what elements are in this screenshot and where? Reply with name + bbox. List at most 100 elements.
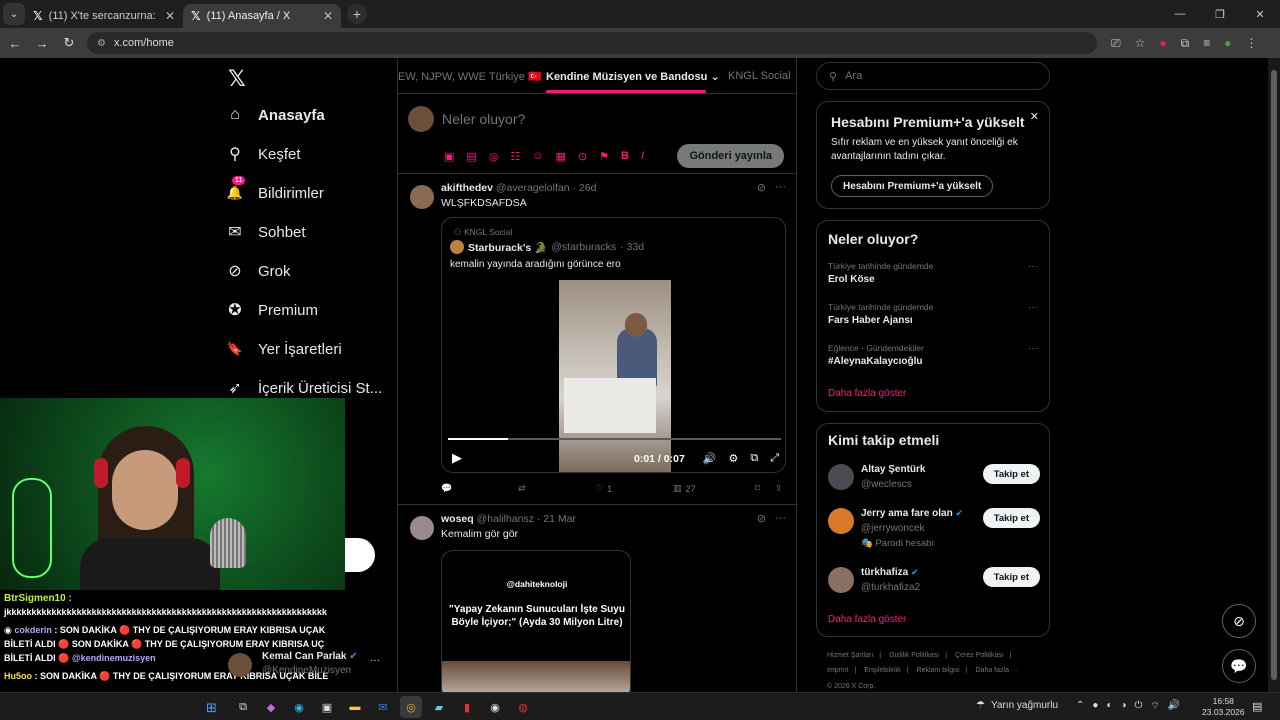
share-button[interactable]: ⇪ <box>775 483 783 494</box>
avatar[interactable] <box>450 240 464 254</box>
author-handle[interactable]: @starburacks <box>551 241 616 253</box>
close-icon[interactable]: ✕ <box>165 9 175 23</box>
author-handle[interactable]: @averagelolfan <box>496 182 570 194</box>
search-input[interactable]: ⚲ Ara <box>816 62 1050 90</box>
bookmark-star-icon[interactable]: ☆ <box>1135 36 1146 51</box>
copilot-icon[interactable]: ◆ <box>260 696 282 718</box>
suggestion-name[interactable]: Altay Şentürk <box>861 464 925 475</box>
more-icon[interactable]: ··· <box>775 512 786 524</box>
suggestion-name[interactable]: türkhafiza ✔ <box>861 567 919 578</box>
messages-fab-icon[interactable]: 💬 <box>1222 649 1256 683</box>
forward-icon[interactable]: → <box>30 36 54 51</box>
gif-icon[interactable]: ▤ <box>466 150 476 163</box>
bold-icon[interactable]: B <box>621 150 629 163</box>
bookmark-button[interactable]: ⌑ <box>755 483 775 494</box>
close-window-icon[interactable]: ✕ <box>1240 0 1280 28</box>
tab-kngl-social[interactable]: KNGL Social <box>728 70 791 82</box>
post[interactable]: akifthedev @averagelolfan · 26d ⊘ ··· WL… <box>398 175 798 505</box>
browser-tab-2[interactable]: 𝕏 (11) Anasayfa / X ✕ <box>183 4 341 28</box>
volume-icon[interactable]: 🔊 <box>1168 700 1180 713</box>
more-icon[interactable]: ··· <box>775 181 786 193</box>
post[interactable]: woseq @halilhansz · 21 Mar ⊘ ··· Kemalim… <box>398 506 798 692</box>
kebab-menu-icon[interactable]: ⋮ <box>1245 36 1257 51</box>
more-icon[interactable]: ··· <box>370 655 380 666</box>
suggestion-name[interactable]: Jerry ama fare olan ✔ <box>861 508 963 519</box>
voicemeeter-icon[interactable]: ▮ <box>456 696 478 718</box>
task-view-icon[interactable]: ⧉ <box>232 696 254 718</box>
follow-button[interactable]: Takip et <box>982 508 1040 528</box>
start-icon[interactable]: ⊞ <box>206 700 217 716</box>
play-icon[interactable]: ▶ <box>452 450 462 466</box>
image-icon[interactable]: ▣ <box>444 150 454 163</box>
show-more-link[interactable]: Daha fazla göster <box>828 614 906 625</box>
reload-icon[interactable]: ↻ <box>57 35 81 51</box>
explorer-icon[interactable]: ▬ <box>344 696 366 718</box>
avatar[interactable] <box>408 106 434 132</box>
flag-icon[interactable]: ⚑ <box>599 150 609 163</box>
author-name[interactable]: woseq <box>441 513 474 525</box>
schedule-icon[interactable]: ▦ <box>556 150 566 163</box>
tab-kendine-muzisyen[interactable]: Kendine Müzisyen ve Bandosu ⌄ <box>546 70 720 83</box>
chrome-icon[interactable]: ◎ <box>400 696 422 718</box>
tab-wrestling[interactable]: EW, NJPW, WWE Türkiye 🇹🇷 <box>398 70 542 83</box>
quoted-post[interactable]: ⚇ KNGL Social Starburack's 🐊 @starburack… <box>441 217 786 473</box>
tray-app-icon[interactable]: ◑ <box>1120 700 1126 713</box>
nav-notifications[interactable]: 🔔 11 Bildirimler <box>226 176 324 202</box>
avatar[interactable] <box>828 508 854 534</box>
tray-app-icon[interactable]: ⏻ <box>1135 700 1143 713</box>
volume-icon[interactable]: 🔊 <box>703 452 717 465</box>
nav-premium[interactable]: ✪ Premium <box>226 301 318 320</box>
video-progress-bar[interactable] <box>448 438 781 440</box>
obs-icon[interactable]: ◉ <box>484 696 506 718</box>
premium-upgrade-button[interactable]: Hesabını Premium+'a yükselt <box>831 175 994 197</box>
new-tab-button[interactable]: + <box>347 4 367 24</box>
author-name[interactable]: Starburack's 🐊 <box>468 241 547 254</box>
footer-link[interactable]: Daha fazla ··· <box>976 667 1018 674</box>
back-icon[interactable]: ← <box>3 36 27 51</box>
grok-icon[interactable]: ⊘ <box>757 512 766 525</box>
footer-link[interactable]: Hizmet Şartları <box>827 652 873 659</box>
address-bar[interactable]: ⚙ x.com/home <box>87 32 1097 54</box>
restore-icon[interactable]: ❐ <box>1200 0 1240 28</box>
footer-link[interactable]: Reklam bilgisi <box>917 667 960 674</box>
avatar[interactable] <box>410 516 434 540</box>
composer-input[interactable]: Neler oluyor? <box>442 111 525 127</box>
footer-link[interactable]: Gizlilik Politikası <box>889 652 939 659</box>
browser-tab-1[interactable]: 𝕏 (11) X'te sercanzurna: "BEYLER ✕ <box>25 4 183 28</box>
footer-link[interactable]: Erişilebilirlik <box>864 667 901 674</box>
clock[interactable]: 16:58 23.03.2026 <box>1202 696 1245 718</box>
italic-icon[interactable]: I <box>641 150 644 163</box>
tray-app-icon[interactable]: ◐ <box>1106 700 1112 713</box>
location-icon[interactable]: ⊙ <box>578 150 587 163</box>
post-button[interactable]: Gönderi yayınla <box>677 144 784 168</box>
post-time[interactable]: · 26d <box>573 182 597 194</box>
minimize-icon[interactable]: — <box>1160 0 1200 28</box>
nav-explore[interactable]: ⚲ Keşfet <box>226 145 300 164</box>
x-logo-icon[interactable]: 𝕏 <box>228 66 246 92</box>
community-label[interactable]: ⚇ KNGL Social <box>454 227 512 238</box>
profile-icon[interactable]: ● <box>1224 36 1231 51</box>
weather-widget[interactable]: ☂ Yarın yağmurlu <box>976 700 1058 711</box>
chevron-up-icon[interactable]: ⌃ <box>1076 700 1084 713</box>
post-media[interactable]: @dahiteknoloji "Yapay Zekanın Sunucuları… <box>441 550 631 692</box>
author-handle[interactable]: @halilhansz <box>477 513 534 525</box>
grok-fab-icon[interactable]: ⊘ <box>1222 604 1256 638</box>
nav-grok[interactable]: ⊘ Grok <box>226 262 290 281</box>
video-player[interactable]: ▶ 0:01 / 0:07 🔊 ⚙ ⧉ ⤢ <box>442 278 785 472</box>
avatar[interactable] <box>410 185 434 209</box>
app-icon[interactable]: ◍ <box>512 696 534 718</box>
footer-link[interactable]: Çerez Politikası <box>955 652 1004 659</box>
puzzle-icon[interactable]: ⧉ <box>1181 36 1190 51</box>
show-more-link[interactable]: Daha fazla göster <box>828 388 906 399</box>
poll-icon[interactable]: ☷ <box>510 150 520 163</box>
more-icon[interactable]: ··· <box>1028 302 1038 313</box>
author-name[interactable]: akifthedev <box>441 182 493 194</box>
nav-chat[interactable]: ✉ Sohbet <box>226 223 305 242</box>
like-button[interactable]: ♡ 1 <box>595 483 673 494</box>
settings-icon[interactable]: ⚙ <box>728 452 738 465</box>
grok-icon[interactable]: ⊘ <box>757 181 766 194</box>
footer-link[interactable]: Imprint <box>827 667 848 674</box>
avatar[interactable] <box>828 567 854 593</box>
scrollbar-thumb[interactable] <box>1271 70 1277 680</box>
trend-item[interactable]: Türkiye tarihinde gündemde Erol Köse ··· <box>828 261 1038 285</box>
